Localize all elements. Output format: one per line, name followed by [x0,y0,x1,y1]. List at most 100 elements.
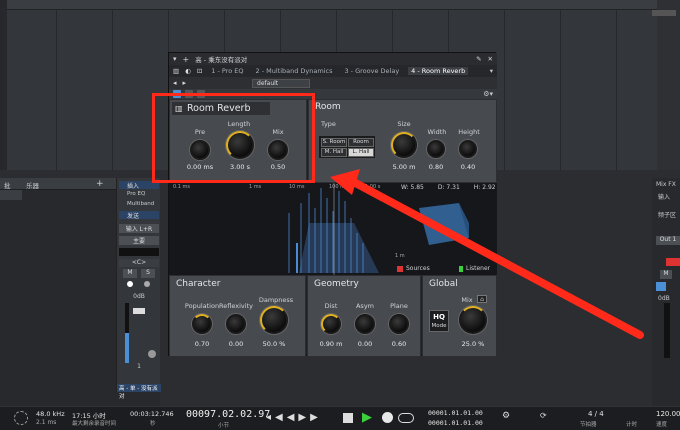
position-label: 小节 [218,423,230,429]
time-mark-0: 0.1 ms [173,184,191,190]
settings-gear-icon[interactable]: ⚙▾ [483,90,497,98]
time-signature-label: 节拍器 [580,422,597,428]
output-selector[interactable]: 主要 [119,236,159,245]
play-button[interactable]: ▶ [362,410,372,425]
add-track-button[interactable]: + [96,179,104,189]
duration: 00:03:12.746 [130,410,174,418]
solo-button[interactable]: S [141,269,155,278]
transport-bar: 48.0 kHz 2.1 ms 17:15 小时 最大剩余录音时间 00:03:… [0,406,680,430]
left-gutter [0,0,7,170]
width-knob[interactable] [427,140,445,158]
tab-room-reverb[interactable]: 4 - Room Reverb [408,67,469,75]
loop-end[interactable]: 00001.01.01.00 [428,419,483,427]
reflexivity-label: Reflexivity [219,302,253,310]
height-label: Height [458,128,480,136]
tab-scroll-icon[interactable]: ▾ [490,67,497,75]
out-selector[interactable]: Out 1 [656,236,680,245]
right-gutter [657,0,680,170]
volume-readout: 0dB [133,293,145,300]
mixfx-header: Mix FX [656,181,676,188]
type-l-hall[interactable]: L. Hall [348,148,374,157]
volume-fader[interactable] [133,308,145,314]
preset-selector[interactable]: default [252,78,311,88]
plugin-titlebar: ▾ + 高 - 乘东没有派对 ✎ ✕ [169,53,497,65]
right-listen-button[interactable] [656,282,666,291]
clip-indicator [666,258,680,266]
record-arm-button[interactable] [127,281,133,287]
right-volume-readout: 0dB [658,295,670,302]
width-label: Width [427,128,447,136]
prev-icon[interactable]: ◂ [173,79,177,87]
rewind-icon[interactable]: ◀◀ [275,412,298,423]
next-icon[interactable]: ▸ [183,79,187,87]
record-button[interactable] [382,412,393,423]
dampness-knob[interactable] [260,306,288,334]
dampness-value: 50.0 % [262,340,286,348]
tab-groove-delay[interactable]: 3 - Groove Delay [341,67,402,75]
type-m-hall[interactable]: M. Hall [321,148,347,157]
right-mixer-strip: Mix FX 输入 频子区 Out 1 M 0dB [652,178,680,406]
right-mute-button[interactable]: M [660,270,672,279]
right-inserts-label[interactable]: 输入 [658,192,670,201]
population-knob[interactable] [192,314,212,334]
tempo[interactable]: 120.00 [656,410,680,418]
track-row[interactable] [0,190,22,200]
reflexivity-value: 0.00 [228,340,244,348]
room-title: Room [315,102,341,112]
mute-button[interactable]: M [123,269,137,278]
right-group-label[interactable]: 频子区 [658,210,676,219]
monitor-button[interactable] [144,281,150,287]
room-type-selector: S. Room Room M. Hall L. Hall [319,136,375,158]
tempo-label: 速度 [656,422,668,428]
character-panel: Character Population 0.70 Reflexivity 0.… [169,275,306,357]
tab-multiband-dynamics[interactable]: 2 - Multiband Dynamics [253,67,336,75]
insert-slot-2[interactable]: Multiband [119,201,159,209]
population-value: 0.70 [194,340,210,348]
power-icon[interactable]: ◐ [185,67,191,75]
record-time-label: 最大剩余录音时间 [72,421,117,427]
plugin-window-title: 高 - 乘东没有派对 [195,56,248,64]
height-knob[interactable] [459,140,477,158]
size-knob[interactable] [391,132,417,158]
precount-icon[interactable]: ⟳ [540,411,547,420]
type-s-room[interactable]: S. Room [321,138,347,147]
character-title: Character [176,279,221,289]
insert-slot-1[interactable]: Pro EQ [119,191,159,199]
window-min-button[interactable] [652,10,676,16]
input-selector[interactable]: 输入 L+R [119,224,159,233]
loop-start[interactable]: 00001.01.01.00 [428,409,483,417]
dampness-label: Dampness [258,296,294,304]
tab-pro-eq[interactable]: 1 - Pro EQ [208,67,246,75]
plugin-tab-bar: ▥ ◐ ⊡ 1 - Pro EQ 2 - Multiband Dynamics … [169,65,497,77]
metronome-icon[interactable]: ⚙ [502,411,510,421]
channel-number: 1 [137,363,141,370]
cpu-meter-icon[interactable] [14,411,28,425]
annotation-arrow [330,169,644,339]
reflexivity-knob[interactable] [226,314,246,334]
transport-controls: ◂◀◀▶▶ [266,412,322,423]
mixer-channel-strip: 插入 Pro EQ Multiband 发送 输入 L+R 主要 <C> M S… [116,178,161,400]
forward-icon[interactable]: ▶▶ [298,412,321,423]
population-label: Population [184,302,220,310]
highlight-box [152,93,315,183]
close-icon[interactable]: ✕ [488,55,497,63]
pan-control[interactable]: <C> [119,259,159,267]
track-left-label: 批 [4,182,11,190]
loop-button[interactable] [398,413,414,423]
compare-icon[interactable]: ⊡ [197,67,202,75]
sends-header[interactable]: 发送 [119,211,159,220]
rack-icon[interactable]: ▥ [173,67,179,75]
time-mark-2: 10 ms [289,184,305,190]
plugin-menu-icon[interactable]: ▾ [173,55,177,63]
automation-icon[interactable] [148,350,156,358]
duration-label: 秒 [150,421,156,427]
type-room[interactable]: Room [348,138,374,147]
channel-name[interactable]: 高 - 单 - 没有派对 [117,384,161,400]
loop-back-icon[interactable]: ◂ [266,412,275,423]
pin-icon[interactable]: ✎ [476,55,481,63]
position-display[interactable]: 00097.02.02.97 [186,409,270,420]
add-plugin-icon[interactable]: + [183,55,190,64]
stop-button[interactable] [343,413,353,423]
meter-bar [119,248,159,256]
time-signature[interactable]: 4 / 4 [588,410,604,418]
